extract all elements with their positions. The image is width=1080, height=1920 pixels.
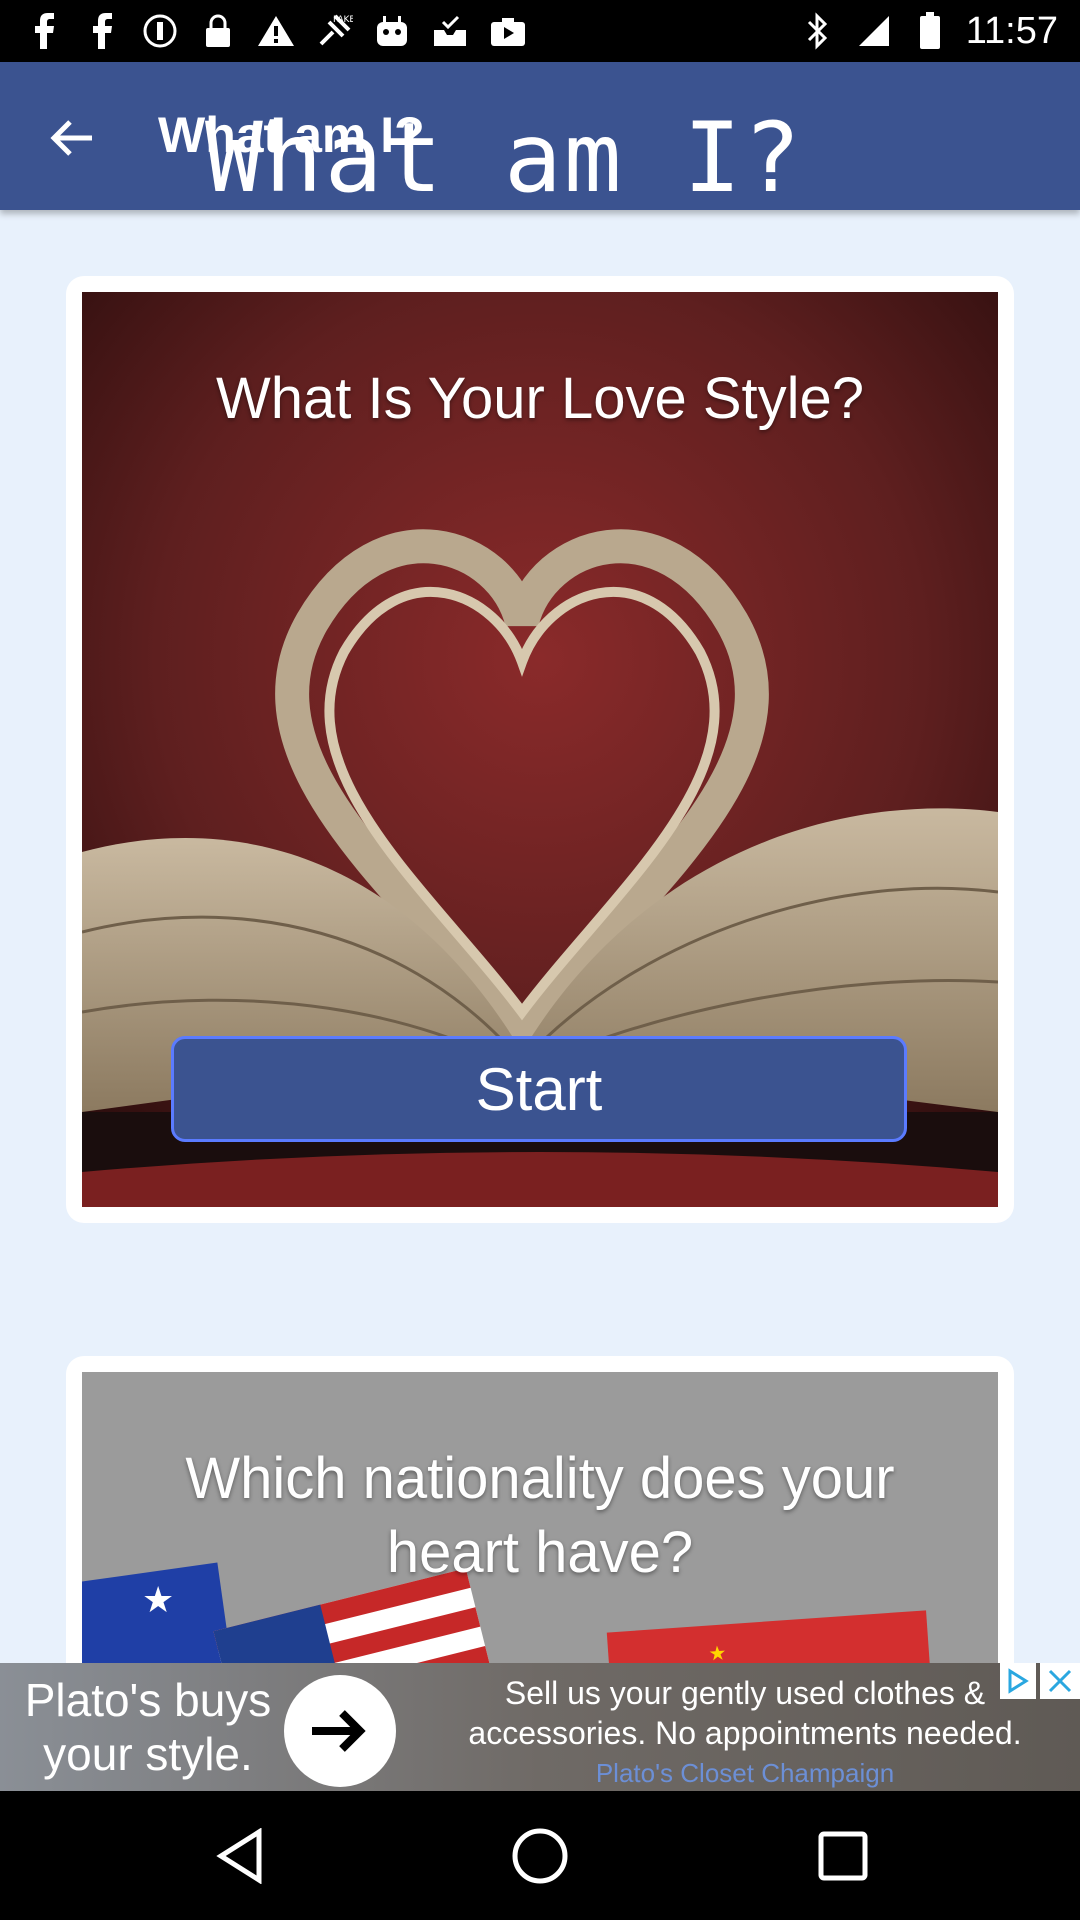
- ad-arrow-button[interactable]: [282, 1673, 398, 1789]
- quiz-title: What Is Your Love Style?: [215, 366, 865, 431]
- app-bar: What am I? What am I?: [0, 62, 1080, 214]
- ad-headline: Plato's buys your style.: [24, 1674, 272, 1780]
- svg-text:FAKE: FAKE: [333, 15, 353, 25]
- quiz-title: Which nationality does your heart have?: [185, 1446, 895, 1585]
- page-title-overlay: What am I?: [205, 102, 803, 214]
- ad-banner[interactable]: Plato's buys your style. Sell us your ge…: [0, 1663, 1080, 1791]
- inbox-check-icon: [430, 11, 470, 51]
- ad-body-text: Sell us your gently used clothes & acces…: [468, 1675, 1022, 1751]
- status-icons-right: 11:57: [798, 10, 1058, 53]
- ad-close-button[interactable]: [1040, 1663, 1080, 1699]
- bluetooth-icon: [798, 11, 838, 51]
- start-button[interactable]: Start: [171, 1036, 907, 1142]
- close-icon: [1040, 1663, 1080, 1699]
- facebook-icon: [82, 11, 122, 51]
- play-store-icon: [488, 11, 528, 51]
- ad-body: Sell us your gently used clothes & acces…: [420, 1673, 1070, 1791]
- navigation-bar: [0, 1791, 1080, 1920]
- quiz-card[interactable]: What Is Your Love Style? Start: [66, 276, 1014, 1223]
- shield-icon: [140, 11, 180, 51]
- arrow-left-icon: [50, 120, 92, 156]
- battery-icon: [910, 11, 950, 51]
- ad-sponsor: Plato's Closet Champaign: [595, 1758, 895, 1788]
- square-recents-icon: [818, 1831, 868, 1881]
- fake-gps-icon: FAKE: [314, 11, 354, 51]
- back-button[interactable]: [40, 106, 104, 170]
- circle-home-icon: [512, 1828, 568, 1884]
- nav-home-button[interactable]: [505, 1821, 575, 1891]
- signal-icon: [854, 11, 894, 51]
- nav-recents-button[interactable]: [808, 1821, 878, 1891]
- svg-text:★: ★: [708, 1640, 728, 1665]
- nav-back-button[interactable]: [205, 1821, 275, 1891]
- status-bar: FAKE 11:57: [0, 0, 1080, 62]
- triangle-back-icon: [216, 1828, 262, 1884]
- clock: 11:57: [965, 9, 1058, 52]
- arrow-right-icon: [284, 1675, 396, 1787]
- love-style-image: What Is Your Love Style? Start: [82, 292, 998, 1207]
- status-icons-left: FAKE: [24, 11, 528, 51]
- robot-icon: [372, 11, 412, 51]
- adchoices-icon[interactable]: [1000, 1663, 1036, 1699]
- facebook-icon: [24, 11, 64, 51]
- warning-icon: [256, 11, 296, 51]
- lock-icon: [198, 11, 238, 51]
